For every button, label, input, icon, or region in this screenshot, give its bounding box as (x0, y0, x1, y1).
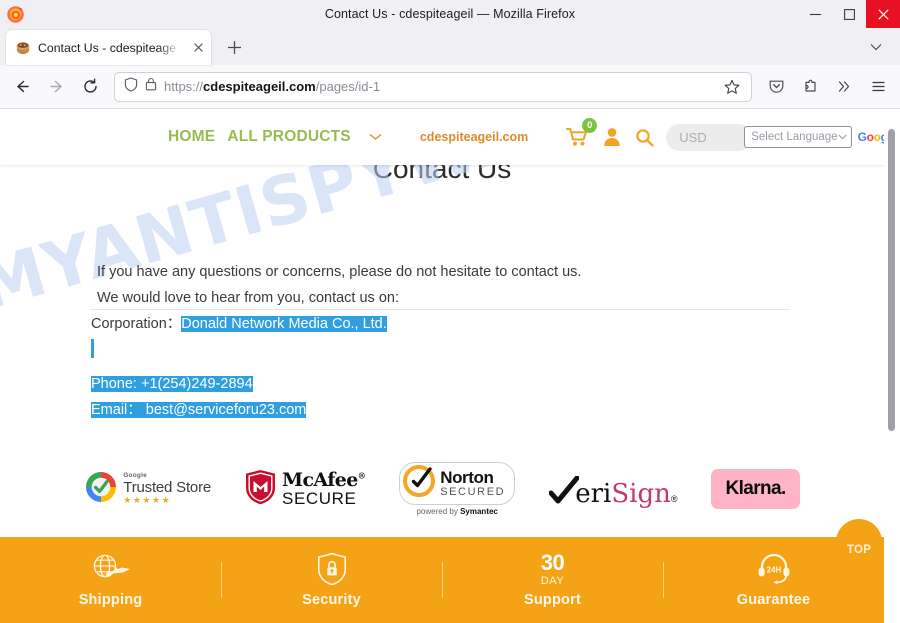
search-icon[interactable] (635, 128, 654, 147)
footer-item-support[interactable]: 30 DAY Support (442, 549, 663, 608)
site-brand[interactable]: cdespiteageil.com (420, 130, 528, 144)
page-scrollbar[interactable] (884, 109, 900, 623)
scrollbar-thumb[interactable] (888, 129, 895, 431)
cart-count-badge: 0 (582, 118, 598, 133)
window-title: Contact Us - cdespiteageil — Mozilla Fir… (324, 7, 576, 21)
forward-button[interactable] (40, 71, 72, 103)
firefox-logo-icon (6, 5, 25, 24)
minimize-button[interactable] (798, 0, 832, 28)
browser-tab[interactable]: Contact Us - cdespiteage (6, 30, 211, 65)
site-nav: HOME ALL PRODUCTS (168, 128, 382, 146)
verisign-reg: ® (670, 493, 678, 504)
bookmark-star-icon[interactable] (721, 76, 743, 98)
back-button[interactable] (6, 71, 38, 103)
contact-phone-row: Phone: +1(254)249-2894 (91, 371, 731, 397)
language-placeholder: Select Language (751, 131, 838, 143)
mcafee-shield-icon (245, 469, 276, 510)
tab-list-chevron-icon[interactable] (860, 32, 892, 62)
close-button[interactable] (866, 0, 900, 28)
norton-line-2: SECURED (440, 485, 506, 498)
header-icons: 0 (566, 118, 654, 147)
navigation-toolbar: https://cdespiteageil.com/pages/id-1 (0, 65, 900, 109)
footer-label-security: Security (302, 592, 361, 608)
mcafee-line-1: McAfee® (282, 468, 366, 491)
verisign-eri: eri (575, 478, 612, 509)
new-tab-button[interactable] (219, 32, 249, 62)
footer-item-security[interactable]: Security (221, 552, 442, 608)
corporation-value: Donald Network Media Co., Ltd. (181, 316, 387, 332)
trust-badges: Google Trusted Store ★★★★★ McAfee® SECUR… (0, 454, 884, 524)
norton-line-1: Norton (440, 468, 494, 488)
lock-icon[interactable] (145, 77, 157, 96)
text-caret (91, 337, 731, 359)
google-trusted-store-badge: Google Trusted Store ★★★★★ (84, 470, 211, 509)
url-bar[interactable]: https://cdespiteageil.com/pages/id-1 (114, 71, 752, 102)
footer-item-shipping[interactable]: Shipping (0, 552, 221, 608)
corporation-label: Corporation： (91, 316, 182, 332)
tab-title: Contact Us - cdespiteage (38, 40, 177, 55)
site-footer: Shipping Security 30 DAY Support 24H Gua… (0, 537, 884, 623)
page-viewport: MYANTISPYWARE.COM Contact Us HOME ALL PR… (0, 109, 900, 623)
shopping-cart-icon[interactable]: 0 (566, 118, 598, 147)
contact-corporation-row: Corporation：Donald Network Media Co., Lt… (91, 311, 731, 337)
mcafee-line-2: SECURE (282, 489, 357, 509)
title-bar: Contact Us - cdespiteageil — Mozilla Fir… (0, 0, 900, 28)
nav-item-home[interactable]: HOME (168, 128, 215, 146)
klarna-text: Klarna. (725, 478, 786, 499)
contact-email-row: Email： best@serviceforu23.com (91, 397, 731, 423)
norton-secured-badge: Norton SECURED powered by Symantec (399, 462, 516, 516)
norton-check-icon (403, 465, 436, 502)
contact-line-2: We would love to hear from you, contact … (97, 290, 399, 306)
site-header: HOME ALL PRODUCTS cdespiteageil.com 0 US… (0, 109, 897, 165)
currency-value: USD (679, 129, 707, 145)
site-favicon-icon (15, 40, 31, 56)
mcafee-secure-badge: McAfee® SECURE (245, 468, 366, 510)
support-days-number: 30 (540, 549, 565, 575)
maximize-button[interactable] (832, 0, 866, 28)
language-select[interactable]: Select Language (744, 126, 852, 148)
footer-label-shipping: Shipping (78, 592, 143, 608)
headset-24h-icon: 24H (755, 552, 793, 586)
pocket-button[interactable] (760, 71, 792, 103)
nav-item-all-products[interactable]: ALL PRODUCTS (227, 128, 351, 146)
window-controls (798, 0, 900, 28)
gts-stars: ★★★★★ (123, 494, 172, 505)
klarna-badge: Klarna. (711, 469, 800, 509)
phone-value: Phone: +1(254)249-2894 (91, 376, 253, 392)
thirty-day-icon: 30 DAY (540, 549, 565, 587)
extensions-button[interactable] (794, 71, 826, 103)
verisign-badge: eri Sign ® (548, 472, 678, 509)
chevron-down-icon[interactable] (369, 133, 382, 141)
email-value: Email： best@serviceforu23.com (91, 402, 307, 418)
gts-title: Trusted Store (123, 478, 212, 496)
user-icon[interactable] (603, 127, 621, 147)
footer-label-guarantee: Guarantee (736, 592, 811, 608)
tab-close-icon[interactable] (189, 39, 207, 57)
scroll-to-top-label: TOP (846, 544, 872, 556)
globe-plane-icon (89, 552, 133, 586)
verisign-check-icon (548, 475, 580, 511)
web-page: MYANTISPYWARE.COM Contact Us HOME ALL PR… (0, 109, 900, 623)
contact-line-1: If you have any questions or concerns, p… (97, 264, 582, 280)
support-days-unit: DAY (540, 574, 565, 587)
app-menu-button[interactable] (862, 71, 894, 103)
tracking-protection-shield-icon[interactable] (124, 76, 138, 97)
google-trusted-store-icon (84, 470, 118, 509)
scroll-to-top-button[interactable]: TOP (836, 519, 882, 565)
shield-lock-icon (317, 552, 347, 586)
url-text[interactable]: https://cdespiteageil.com/pages/id-1 (164, 79, 714, 94)
tab-strip: Contact Us - cdespiteage (0, 28, 900, 65)
footer-label-support: Support (524, 592, 581, 608)
norton-powered-by: powered by Symantec (416, 507, 498, 516)
firefox-window: Contact Us - cdespiteageil — Mozilla Fir… (0, 0, 900, 623)
svg-text:24H: 24H (766, 566, 781, 575)
contact-content: If you have any questions or concerns, p… (91, 259, 731, 423)
currency-selector[interactable]: USD (666, 123, 753, 151)
reload-button[interactable] (74, 71, 106, 103)
verisign-sign: Sign (611, 478, 671, 509)
chevron-down-icon (837, 131, 847, 143)
overflow-button[interactable] (828, 71, 860, 103)
